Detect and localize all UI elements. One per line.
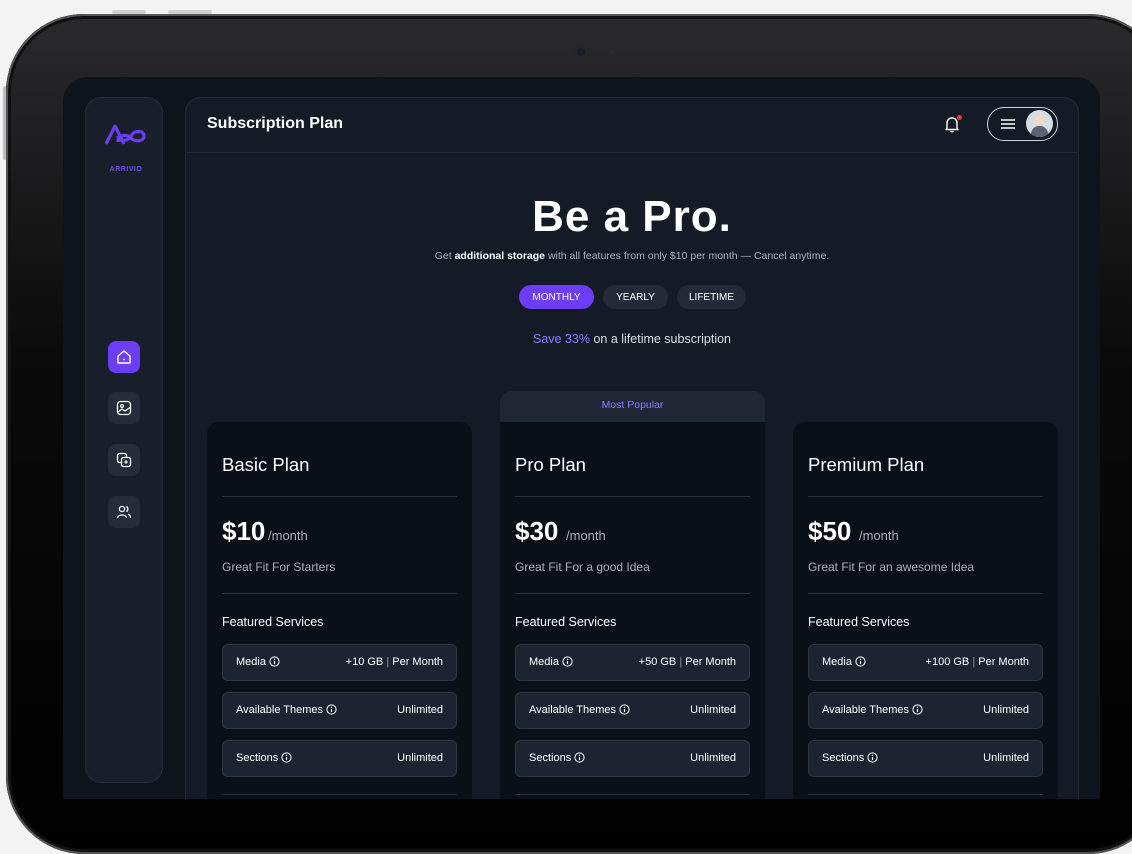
plan-card-premium: Premium Plan $50 /month Great Fit For an… <box>793 422 1058 799</box>
sidebar-item-gallery[interactable] <box>108 392 140 424</box>
features-heading: Featured Services <box>515 615 617 629</box>
divider <box>515 593 750 594</box>
hero-title: Be a Pro. <box>532 192 732 241</box>
arrivio-logo-icon[interactable] <box>104 120 146 156</box>
feature-row-themes: Available Themes Unlimited <box>515 692 750 729</box>
save-message: Save 33% on a lifetime subscription <box>532 332 732 346</box>
feature-label: Available Themes <box>236 704 324 716</box>
hero-subtitle: Get additional storage with all features… <box>434 250 830 262</box>
info-icon[interactable] <box>619 704 630 715</box>
feature-row-media: Media +100 GB | Per Month <box>808 644 1043 681</box>
plan-period: /month <box>268 528 308 543</box>
feature-label: Sections <box>236 752 279 764</box>
brand-name: ARRIVIO <box>109 166 143 173</box>
users-icon <box>116 505 132 519</box>
front-camera <box>574 45 588 59</box>
screen: ARRIVIO Subscription Plan Be a Pro. Get … <box>63 77 1100 799</box>
main-panel: Subscription Plan Be a Pro. Get addition… <box>185 97 1079 799</box>
feature-label: Sections <box>529 752 572 764</box>
plan-price: $50 <box>808 516 852 546</box>
plan-card-basic: Basic Plan $10 /month Great Fit For Star… <box>207 422 472 799</box>
feature-value: Unlimited <box>983 752 1029 764</box>
page-title: Subscription Plan <box>207 115 344 132</box>
plan-price: $30 <box>515 516 559 546</box>
home-icon <box>117 350 131 364</box>
feature-value: Unlimited <box>690 752 736 764</box>
divider <box>808 496 1043 497</box>
feature-row-sections: Sections Unlimited <box>222 740 457 777</box>
plan-tagline: Great Fit For a good Idea <box>515 560 650 574</box>
sidebar: ARRIVIO <box>85 97 163 783</box>
divider <box>808 593 1043 594</box>
feature-row-media: Media +10 GB | Per Month <box>222 644 457 681</box>
feature-row-themes: Available Themes Unlimited <box>808 692 1043 729</box>
copy-icon <box>116 452 132 468</box>
plan-name: Premium Plan <box>808 454 925 475</box>
feature-row-sections: Sections Unlimited <box>808 740 1043 777</box>
feature-row-sections: Sections Unlimited <box>515 740 750 777</box>
feature-label: Sections <box>822 752 865 764</box>
plan-price: $10 <box>222 516 266 546</box>
feature-value: Unlimited <box>983 704 1029 716</box>
info-icon[interactable] <box>269 656 280 667</box>
info-icon[interactable] <box>855 656 866 667</box>
avatar <box>1026 110 1053 137</box>
plan-card-pro: Pro Plan $30 /month Great Fit For a good… <box>500 422 765 799</box>
feature-row-media: Media +50 GB | Per Month <box>515 644 750 681</box>
hamburger-icon <box>1001 119 1015 129</box>
tablet-frame: ARRIVIO Subscription Plan Be a Pro. Get … <box>6 14 1132 854</box>
plan-name: Basic Plan <box>222 454 310 475</box>
sidebar-item-home[interactable] <box>108 341 140 373</box>
header: Subscription Plan <box>186 98 1078 153</box>
info-icon[interactable] <box>867 752 878 763</box>
plan-tagline: Great Fit For Starters <box>222 560 336 574</box>
feature-value: +10 GB | Per Month <box>345 656 443 668</box>
feature-value: +50 GB | Per Month <box>638 656 736 668</box>
info-icon[interactable] <box>281 752 292 763</box>
feature-label: Media <box>822 656 852 668</box>
feature-value: Unlimited <box>397 752 443 764</box>
info-icon[interactable] <box>574 752 585 763</box>
feature-label: Available Themes <box>822 704 910 716</box>
plan-tagline: Great Fit For an awesome Idea <box>808 560 975 574</box>
notification-dot <box>957 115 962 120</box>
plan-period: /month <box>566 528 606 543</box>
divider <box>222 496 457 497</box>
divider <box>515 496 750 497</box>
plan-name: Pro Plan <box>515 454 586 475</box>
feature-label: Media <box>236 656 266 668</box>
features-heading: Featured Services <box>808 615 910 629</box>
feature-row-themes: Available Themes Unlimited <box>222 692 457 729</box>
user-menu-button[interactable] <box>987 107 1058 141</box>
billing-toggle-lifetime[interactable]: LIFETIME <box>677 285 746 309</box>
info-icon[interactable] <box>562 656 573 667</box>
sidebar-item-copy[interactable] <box>108 444 140 476</box>
divider <box>808 794 1043 795</box>
billing-toggle-monthly[interactable]: MONTHLY <box>519 285 594 309</box>
divider <box>222 794 457 795</box>
feature-value: Unlimited <box>397 704 443 716</box>
divider <box>515 794 750 795</box>
plan-period: /month <box>859 528 899 543</box>
divider <box>222 593 457 594</box>
info-icon[interactable] <box>912 704 923 715</box>
feature-value: Unlimited <box>690 704 736 716</box>
billing-toggle-yearly[interactable]: YEARLY <box>603 285 668 309</box>
feature-label: Available Themes <box>529 704 617 716</box>
sidebar-item-users[interactable] <box>108 496 140 528</box>
features-heading: Featured Services <box>222 615 324 629</box>
info-icon[interactable] <box>326 704 337 715</box>
feature-label: Media <box>529 656 559 668</box>
light-sensor <box>610 50 614 54</box>
feature-value: +100 GB | Per Month <box>925 656 1029 668</box>
image-icon <box>116 400 132 416</box>
